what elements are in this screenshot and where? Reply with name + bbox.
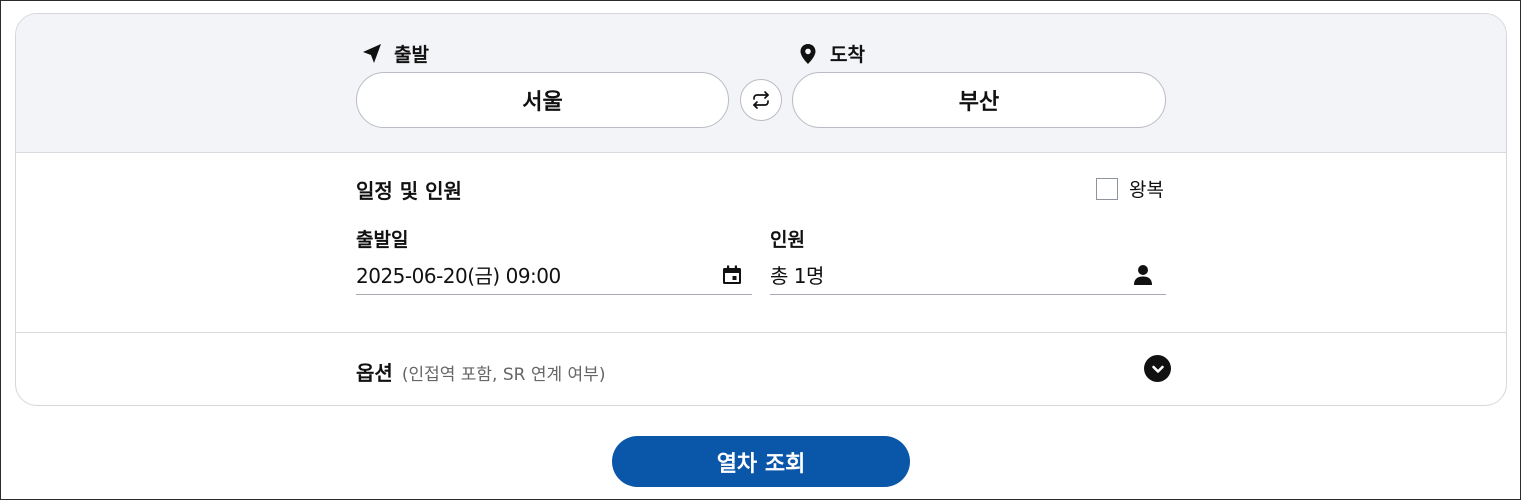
passengers-field[interactable]: 총 1명: [770, 255, 1166, 295]
roundtrip-label: 왕복: [1129, 179, 1164, 201]
arrival-station-name: 부산: [958, 90, 1000, 115]
arrival-label-text: 도착: [830, 44, 865, 66]
options-title-sub: (인접역 포함, SR 연계 여부): [401, 365, 606, 385]
calendar-icon: [723, 265, 741, 284]
departure-station-name: 서울: [522, 90, 563, 115]
schedule-section: 일정 및 인원 왕복 출발일 2025-06-20(금) 09:00 인원 총 …: [16, 153, 1506, 333]
search-trains-label: 열차 조회: [716, 451, 806, 477]
departure-label: 출발: [360, 40, 429, 67]
departure-label-text: 출발: [394, 44, 429, 66]
navigation-arrow-icon: [363, 43, 381, 63]
passengers-label: 인원: [770, 229, 805, 251]
train-search-card: 출발 도착 서울 부산 일정 및 인원 왕복 출발일 2025-06-20(금)…: [15, 13, 1507, 406]
departure-date-label: 출발일: [356, 229, 409, 251]
options-title-main: 옵션: [356, 361, 393, 385]
departure-date-value: 2025-06-20(금) 09:00: [356, 264, 561, 288]
swap-stations-button[interactable]: [740, 79, 782, 121]
roundtrip-checkbox-box[interactable]: [1096, 177, 1118, 200]
route-section: 출발 도착 서울 부산: [16, 14, 1506, 153]
schedule-title: 일정 및 인원: [356, 179, 462, 203]
options-toggle[interactable]: 옵션 (인접역 포함, SR 연계 여부): [16, 333, 1506, 405]
options-title: 옵션 (인접역 포함, SR 연계 여부): [356, 357, 605, 386]
person-icon: [1134, 264, 1152, 285]
roundtrip-checkbox[interactable]: 왕복: [1096, 175, 1164, 202]
search-trains-button[interactable]: 열차 조회: [612, 436, 910, 487]
departure-station-button[interactable]: 서울: [356, 72, 729, 128]
swap-arrows-icon: [753, 91, 769, 109]
arrival-station-button[interactable]: 부산: [792, 72, 1166, 128]
arrival-label: 도착: [796, 40, 865, 67]
passengers-value: 총 1명: [770, 264, 824, 288]
chevron-down-icon[interactable]: [1144, 355, 1171, 382]
location-pin-icon: [800, 43, 816, 64]
departure-date-field[interactable]: 2025-06-20(금) 09:00: [356, 255, 752, 295]
